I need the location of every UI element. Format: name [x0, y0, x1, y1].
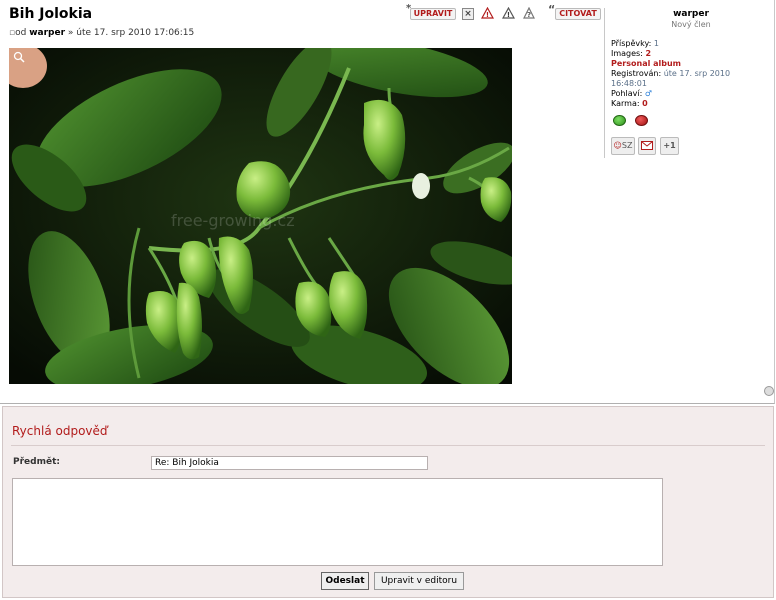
- profile-username[interactable]: warper: [611, 9, 771, 19]
- warn-button[interactable]: !: [502, 6, 516, 20]
- quick-reply-panel: Rychlá odpověď Předmět: Re: Bih Jolokia …: [2, 406, 774, 598]
- info-icon: ?: [523, 7, 535, 19]
- svg-text:!: !: [486, 11, 489, 19]
- author-link[interactable]: warper: [29, 28, 65, 38]
- send-button[interactable]: Odeslat: [321, 572, 369, 590]
- personal-album-link[interactable]: Personal album: [611, 59, 681, 68]
- subject-input[interactable]: Re: Bih Jolokia: [151, 456, 428, 470]
- karma-label: Karma:: [611, 99, 640, 108]
- registered-time: 16:48:01: [611, 79, 647, 88]
- quote-button-label: CITOVAT: [555, 8, 601, 20]
- photo-watermark: free-growing.cz: [171, 211, 295, 230]
- author-separator: »: [67, 28, 74, 38]
- private-message-button[interactable]: ☺SZ: [611, 137, 635, 155]
- private-message-label: SZ: [621, 141, 633, 150]
- warning-icon: !: [502, 7, 515, 19]
- delete-icon: ×: [462, 8, 474, 20]
- chili-plant-photo: free-growing.cz: [9, 48, 512, 384]
- karma-plus-icon[interactable]: [613, 115, 626, 126]
- karma-value: 0: [642, 99, 648, 108]
- post-title[interactable]: Bih Jolokia: [9, 6, 92, 22]
- zoom-icon[interactable]: [13, 51, 25, 63]
- back-to-top-icon[interactable]: [764, 386, 774, 396]
- male-icon: ♂: [644, 89, 652, 98]
- edit-button[interactable]: * UPRAVIT: [406, 3, 456, 20]
- email-button[interactable]: [638, 137, 656, 155]
- plus-one-button[interactable]: +1: [660, 137, 679, 155]
- post-date: úte 17. srp 2010 17:06:15: [76, 28, 195, 38]
- profile-divider: [604, 8, 605, 158]
- full-editor-button[interactable]: Upravit v editoru: [374, 572, 464, 590]
- info-button[interactable]: ?: [523, 6, 535, 20]
- delete-button[interactable]: ×: [462, 6, 474, 20]
- report-icon: !: [481, 7, 494, 19]
- svg-text:!: !: [507, 11, 510, 19]
- report-button[interactable]: !: [481, 6, 495, 20]
- user-icon: ☺: [613, 141, 622, 150]
- quote-button[interactable]: “ CITOVAT: [548, 3, 601, 20]
- post-image[interactable]: free-growing.cz: [9, 48, 512, 384]
- images-value[interactable]: 2: [645, 49, 651, 58]
- envelope-icon: [641, 141, 653, 150]
- posts-value[interactable]: 1: [654, 39, 659, 48]
- posts-label: Příspěvky:: [611, 39, 652, 48]
- profile-details: Příspěvky: 1 Images: 2 Personal album Re…: [611, 39, 771, 109]
- svg-text:?: ?: [527, 11, 531, 19]
- karma-vote-buttons: [611, 115, 771, 127]
- registered-label: Registrován:: [611, 69, 662, 78]
- author-prefix: od: [15, 28, 27, 38]
- karma-minus-icon[interactable]: [635, 115, 648, 126]
- gender-label: Pohlaví:: [611, 89, 643, 98]
- edit-button-label: UPRAVIT: [410, 8, 456, 20]
- contact-icons: ☺SZ +1: [611, 137, 771, 155]
- registered-value: úte 17. srp 2010: [663, 69, 731, 78]
- images-label: Images:: [611, 49, 643, 58]
- profile-rank: Nový člen: [671, 20, 711, 29]
- quick-reply-divider: [11, 445, 765, 446]
- post-author-line: ▫od warper » úte 17. srp 2010 17:06:15: [9, 28, 194, 38]
- quick-reply-title: Rychlá odpověď: [12, 424, 108, 438]
- subject-label: Předmět:: [13, 457, 60, 467]
- message-textarea[interactable]: [12, 478, 663, 566]
- post-panel: Bih Jolokia ▫od warper » úte 17. srp 201…: [0, 0, 775, 404]
- profile-panel: warper Nový člen Příspěvky: 1 Images: 2 …: [611, 8, 771, 155]
